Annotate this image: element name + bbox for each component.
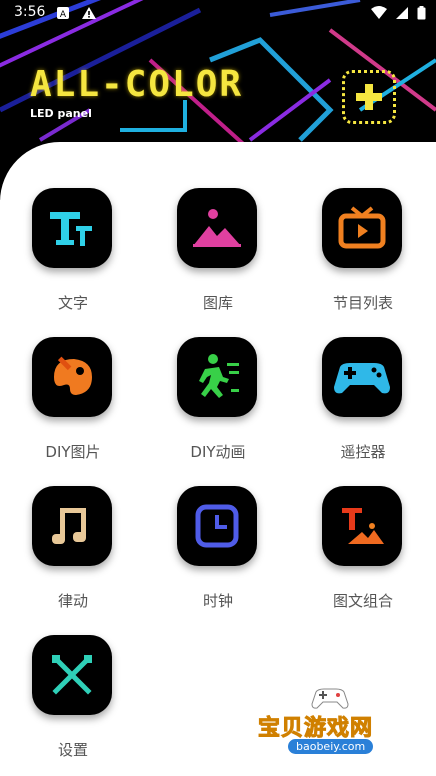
clock-button[interactable] [177,486,257,566]
watermark-text: 宝贝游戏网 [257,716,374,742]
watermark-url: baobeiy.com [288,739,374,754]
diy-animation-button[interactable] [177,337,257,417]
brand: ALL-COLOR LED panel [30,64,244,120]
tools-icon [52,655,92,695]
tile-gallery[interactable]: 图库 [159,188,277,328]
warning-icon [82,7,97,19]
svg-text:A: A [60,10,67,20]
tv-icon [338,206,386,249]
add-button[interactable] [342,70,396,124]
clock-icon [195,504,239,548]
tile-rhythm[interactable]: 律动 [14,486,132,626]
tile-label: 设置 [57,741,88,759]
settings-button[interactable] [32,635,112,715]
tile-label: 遥控器 [340,443,386,461]
tile-diy-animation[interactable]: DIY动画 [159,337,277,477]
watermark: 宝贝游戏网 baobeiy.com [257,684,408,774]
text-button[interactable] [32,188,112,268]
status-left-icons: A [56,6,97,25]
tile-label: 律动 [57,592,88,610]
text-icon [50,212,92,246]
plus-icon [356,84,382,110]
sim-icon: A [57,7,69,20]
tile-program-list[interactable]: 节目列表 [304,188,422,328]
app-subtitle: LED panel [30,107,92,120]
tile-label: 图文组合 [332,592,393,610]
tile-remote[interactable]: 遥控器 [304,337,422,477]
tile-label: 时钟 [202,592,233,610]
app-title: ALL-COLOR [30,64,244,105]
status-time: 3:56 [14,4,46,20]
running-man-icon [199,354,239,398]
status-bar: 3:56 A [0,0,436,26]
tile-diy-image[interactable]: DIY图片 [14,337,132,477]
wifi-icon [370,6,387,19]
signal-icon [395,7,408,19]
music-note-icon [52,508,86,544]
remote-button[interactable] [322,337,402,417]
tile-clock[interactable]: 时钟 [159,486,277,626]
tile-text-image[interactable]: 图文组合 [304,486,422,626]
rhythm-button[interactable] [32,486,112,566]
tile-label: DIY动画 [190,443,246,461]
tile-label: DIY图片 [45,443,101,461]
tile-label: 文字 [57,294,88,312]
battery-icon [417,6,426,20]
gamepad-icon [334,363,390,394]
gallery-button[interactable] [177,188,257,268]
tile-label: 图库 [202,294,233,312]
tile-settings[interactable]: 设置 [14,635,132,775]
tile-text[interactable]: 文字 [14,188,132,328]
gamepad-logo-icon [311,688,349,709]
status-right-icons [370,5,426,24]
text-image-button[interactable] [322,486,402,566]
text-image-icon [342,508,384,544]
tile-label: 节目列表 [332,294,393,312]
program-list-button[interactable] [322,188,402,268]
gallery-icon [193,209,241,247]
diy-image-button[interactable] [32,337,112,417]
palette-icon [54,356,92,395]
